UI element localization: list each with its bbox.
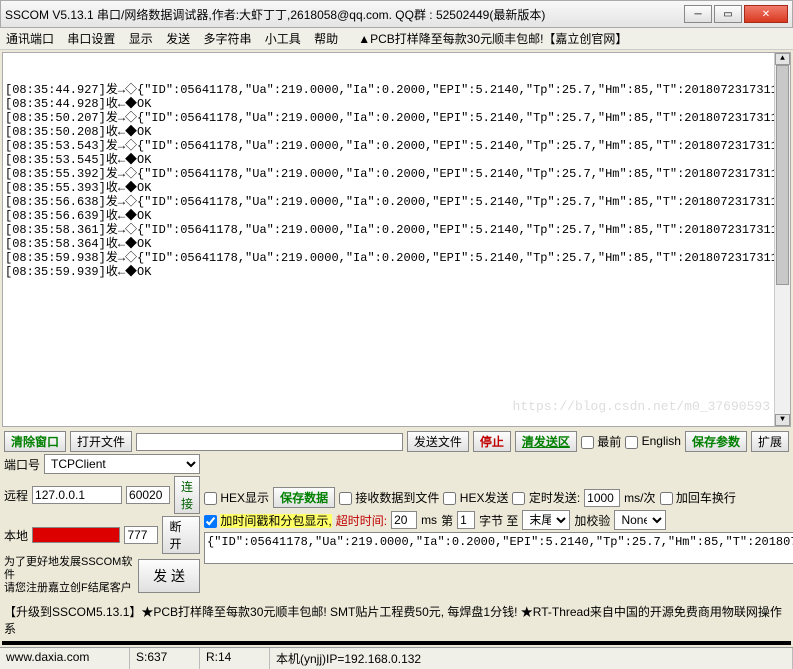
ad-bar[interactable]: 【升级到SSCOM5.13.1】★PCB打样降至每款30元顺丰包邮! SMT贴片…	[0, 601, 793, 639]
stop-button[interactable]: 停止	[473, 431, 511, 452]
english-checkbox-label[interactable]: English	[625, 434, 681, 448]
log-line: [08:35:58.361]发→◇{"ID":05641178,"Ua":219…	[5, 223, 788, 237]
menu-portset[interactable]: 串口设置	[67, 32, 115, 46]
status-sent: S:637	[130, 648, 200, 669]
savedata-button[interactable]: 保存数据	[273, 487, 335, 508]
divider	[2, 641, 791, 645]
timeout-label: 超时时间:	[336, 512, 387, 529]
log-line: [08:35:58.364]收←◆OK	[5, 237, 788, 251]
extend-button[interactable]: 扩展	[751, 431, 789, 452]
promo-text-1: 为了更好地发展SSCOM软件	[4, 556, 134, 582]
menu-tools[interactable]: 小工具	[265, 32, 301, 46]
local-port-input[interactable]	[124, 526, 158, 544]
log-line: [08:35:53.543]发→◇{"ID":05641178,"Ua":219…	[5, 139, 788, 153]
menu-multistr[interactable]: 多字符串	[203, 32, 251, 46]
english-checkbox[interactable]	[625, 436, 638, 449]
menu-display[interactable]: 显示	[129, 32, 153, 46]
hexsend-checkbox[interactable]	[443, 492, 456, 505]
status-recv: R:14	[200, 648, 270, 669]
watermark: https://blog.csdn.net/m0_37690593	[513, 400, 770, 414]
menu-port[interactable]: 通讯端口	[6, 32, 54, 46]
scrollbar-thumb[interactable]	[776, 65, 789, 285]
bytenum-input[interactable]	[457, 511, 475, 529]
timesend-label[interactable]: 定时发送:	[512, 489, 580, 506]
open-file-button[interactable]: 打开文件	[70, 431, 132, 452]
status-site[interactable]: www.daxia.com	[0, 648, 130, 669]
hexshow-checkbox[interactable]	[204, 492, 217, 505]
front-checkbox[interactable]	[581, 436, 594, 449]
log-line: [08:35:53.545]收←◆OK	[5, 153, 788, 167]
log-line: [08:35:44.927]发→◇{"ID":05641178,"Ua":219…	[5, 83, 788, 97]
di-label: 第	[441, 512, 453, 529]
save-param-button[interactable]: 保存参数	[685, 431, 747, 452]
log-line: [08:35:59.939]收←◆OK	[5, 265, 788, 279]
file-path-input[interactable]	[136, 433, 403, 451]
scroll-up-icon[interactable]: ▲	[775, 53, 790, 65]
timestamp-checkbox[interactable]	[204, 515, 217, 528]
checksum-select[interactable]: None	[614, 510, 666, 530]
send-textarea[interactable]: {"ID":05641178,"Ua":219.0000,"Ia":0.2000…	[204, 532, 793, 564]
log-line: [08:35:44.928]收←◆OK	[5, 97, 788, 111]
scrollbar-vertical[interactable]: ▲ ▼	[774, 53, 790, 426]
menu-help[interactable]: 帮助	[314, 32, 338, 46]
menu-send[interactable]: 发送	[166, 32, 190, 46]
log-line: [08:35:55.392]发→◇{"ID":05641178,"Ua":219…	[5, 167, 788, 181]
status-ip: 本机(ynjj)IP=192.168.0.132	[270, 648, 793, 669]
remote-label: 远程	[4, 487, 28, 504]
recvfile-checkbox[interactable]	[339, 492, 352, 505]
addcr-label[interactable]: 加回车换行	[660, 489, 736, 506]
timesend-checkbox[interactable]	[512, 492, 525, 505]
addcr-checkbox[interactable]	[660, 492, 673, 505]
close-button[interactable]: ✕	[744, 5, 788, 23]
port-select[interactable]: TCPClient	[44, 454, 200, 474]
menubar: 通讯端口 串口设置 显示 发送 多字符串 小工具 帮助 ▲PCB打样降至每款30…	[0, 28, 793, 50]
log-line: [08:35:50.207]发→◇{"ID":05641178,"Ua":219…	[5, 111, 788, 125]
menu-promo[interactable]: ▲PCB打样降至每款30元顺丰包邮!【嘉立创官网】	[358, 32, 627, 46]
port-label: 端口号	[4, 456, 40, 473]
controls-panel: 清除窗口 打开文件 发送文件 停止 清发送区 最前 English 保存参数 扩…	[0, 429, 793, 601]
minimize-button[interactable]: ─	[684, 5, 712, 23]
remote-port-input[interactable]	[126, 486, 170, 504]
statusbar: www.daxia.com S:637 R:14 本机(ynjj)IP=192.…	[0, 647, 793, 669]
recvfile-label[interactable]: 接收数据到文件	[339, 489, 439, 506]
hexshow-label[interactable]: HEX显示	[204, 489, 269, 506]
titlebar: SSCOM V5.13.1 串口/网络数据调试器,作者:大虾丁丁,2618058…	[0, 0, 793, 28]
log-line: [08:35:50.208]收←◆OK	[5, 125, 788, 139]
timeout-input[interactable]	[391, 511, 417, 529]
ms-label: ms	[421, 513, 437, 527]
interval-unit: ms/次	[624, 489, 655, 506]
end-select[interactable]: 末尾	[522, 510, 570, 530]
clear-window-button[interactable]: 清除窗口	[4, 431, 66, 452]
window-title: SSCOM V5.13.1 串口/网络数据调试器,作者:大虾丁丁,2618058…	[5, 6, 682, 23]
remote-ip-input[interactable]	[32, 486, 122, 504]
interval-input[interactable]	[584, 489, 620, 507]
front-checkbox-label[interactable]: 最前	[581, 433, 621, 450]
clear-send-button[interactable]: 清发送区	[515, 431, 577, 452]
disconnect-button[interactable]: 断开	[162, 516, 200, 554]
timestamp-label[interactable]: 加时间戳和分包显示,	[204, 512, 332, 529]
promo-text-2: 请您注册嘉立创F结尾客户	[4, 582, 134, 595]
send-button[interactable]: 发 送	[138, 559, 200, 593]
log-line: [08:35:55.393]收←◆OK	[5, 181, 788, 195]
local-label: 本地	[4, 527, 28, 544]
connect-button[interactable]: 连接	[174, 476, 200, 514]
log-area[interactable]: [08:35:44.927]发→◇{"ID":05641178,"Ua":219…	[2, 52, 791, 427]
checksum-label: 加校验	[574, 512, 610, 529]
hexsend-label[interactable]: HEX发送	[443, 489, 508, 506]
send-file-button[interactable]: 发送文件	[407, 431, 469, 452]
local-ip-field[interactable]	[32, 527, 120, 543]
log-line: [08:35:59.938]发→◇{"ID":05641178,"Ua":219…	[5, 251, 788, 265]
log-line: [08:35:56.639]收←◆OK	[5, 209, 788, 223]
maximize-button[interactable]: ▭	[714, 5, 742, 23]
log-line: [08:35:56.638]发→◇{"ID":05641178,"Ua":219…	[5, 195, 788, 209]
scroll-down-icon[interactable]: ▼	[775, 414, 790, 426]
byteunit-label: 字节 至	[479, 512, 518, 529]
